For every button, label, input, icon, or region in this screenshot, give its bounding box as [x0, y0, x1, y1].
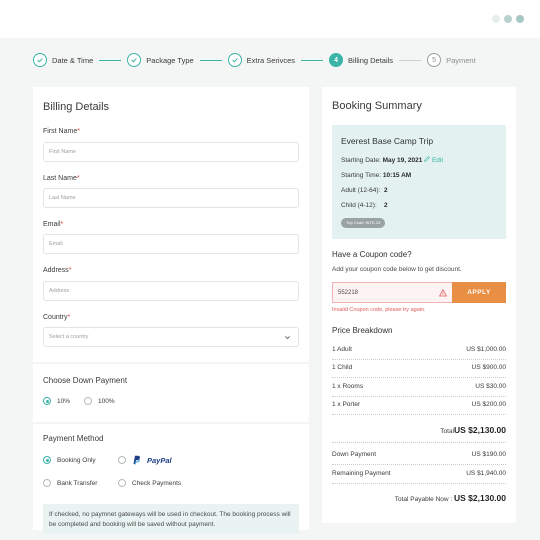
edit-link[interactable]: Edit: [424, 156, 443, 164]
radio-button[interactable]: [84, 397, 92, 405]
step-number: 5: [427, 53, 442, 67]
apply-button[interactable]: APPLY: [452, 282, 506, 303]
step-label: Date & Time: [52, 55, 94, 65]
divider: [332, 359, 506, 360]
step-label: Billing Details: [348, 55, 394, 65]
total-row: TotalUS $2,130.00: [440, 425, 506, 435]
coupon-subtitle: Add your coupon code below to get discou…: [332, 266, 462, 273]
divider: [332, 442, 506, 443]
remaining-payment-row: Remaining Payment US $1,940.00: [332, 470, 506, 477]
email-input[interactable]: Email: [43, 234, 299, 254]
summary-title: Booking Summary: [332, 100, 422, 112]
chevron-down-icon: [285, 336, 290, 340]
step-label: Package Type: [146, 55, 194, 65]
radio-button[interactable]: [43, 397, 51, 405]
payment-option-booking-only[interactable]: Booking Only: [43, 456, 96, 464]
price-breakdown-title: Price Breakdown: [332, 326, 393, 335]
price-row: 1 Child US $900.00: [332, 364, 506, 371]
last-name-input[interactable]: Last Name: [43, 188, 299, 208]
billing-details-panel: Billing Details First Name* First Name L…: [33, 87, 309, 362]
last-name-label: Last Name*: [43, 175, 80, 182]
window-topbar: [0, 0, 540, 38]
divider: [332, 377, 506, 378]
address-label: Address*: [43, 267, 72, 274]
coupon-title: Have a Coupon code?: [332, 250, 412, 259]
step-billing-details[interactable]: 4 Billing Details: [329, 53, 393, 67]
check-icon: [227, 53, 242, 67]
window-dot-3: [516, 15, 524, 23]
divider: [332, 464, 506, 465]
check-icon: [33, 53, 47, 67]
trip-starting-time: Starting Time: 10:15 AM: [341, 172, 412, 179]
trip-code-badge: Trip Code: WTE-24: [341, 218, 386, 228]
coupon-error: Invalid Coupon code, please try again.: [332, 307, 426, 313]
check-icon: [127, 53, 142, 67]
first-name-label: First Name*: [43, 128, 80, 135]
payment-method-title: Payment Method: [43, 434, 104, 443]
billing-title: Billing Details: [43, 101, 110, 113]
radio-button[interactable]: [43, 456, 51, 464]
down-payment-option-10[interactable]: 10%: [43, 397, 70, 405]
step-connector: [199, 59, 222, 61]
down-payment-panel: Choose Down Payment 10% 100%: [33, 364, 309, 422]
window-dots: [492, 15, 524, 23]
trip-children: Child (4-12): 2: [341, 202, 388, 209]
price-row: 1 x Rooms US $30.00: [332, 383, 506, 390]
payment-option-bank-transfer[interactable]: Bank Transfer: [43, 479, 97, 487]
step-connector: [399, 59, 422, 61]
step-label: Extra Serivces: [246, 55, 296, 65]
step-connector: [301, 59, 324, 61]
divider: [332, 483, 506, 484]
booking-summary-panel: Booking Summary Everest Base Camp Trip S…: [322, 87, 516, 523]
radio-button[interactable]: [43, 479, 51, 487]
step-connector: [99, 59, 122, 61]
divider: [332, 396, 506, 397]
step-number: 4: [329, 53, 344, 67]
email-label: Email*: [43, 221, 64, 228]
step-extra-services[interactable]: Extra Serivces: [227, 53, 296, 67]
step-label: Payment: [446, 55, 476, 65]
trip-details-box: Everest Base Camp Trip Starting Date: Ma…: [332, 125, 506, 239]
coupon-input[interactable]: 552218: [332, 282, 452, 303]
country-select[interactable]: Select a country: [43, 327, 299, 347]
radio-button[interactable]: [118, 456, 126, 464]
step-package-type[interactable]: Package Type: [127, 53, 194, 67]
price-row: 1 Adult US $1,000.00: [332, 346, 506, 353]
booking-stepper: Date & Time Package Type Extra Serivces …: [33, 51, 476, 69]
payment-option-check[interactable]: Check Payments: [118, 479, 181, 487]
first-name-input[interactable]: First Name: [43, 142, 299, 162]
payment-option-paypal[interactable]: PayPal: [118, 455, 172, 465]
trip-starting-date: Starting Date: May 19, 2021 Edit: [341, 156, 444, 164]
total-payable-row: Total Payable Now : US $2,130.00: [394, 493, 506, 503]
window-dot-1: [492, 15, 500, 23]
address-input[interactable]: Address: [43, 281, 299, 301]
down-payment-title: Choose Down Payment: [43, 376, 128, 385]
trip-name: Everest Base Camp Trip: [341, 136, 434, 146]
booking-page: Date & Time Package Type Extra Serivces …: [0, 0, 540, 540]
payment-method-panel: Payment Method Booking Only PayPal Bank …: [33, 424, 309, 534]
down-payment-option-100[interactable]: 100%: [84, 397, 115, 405]
window-dot-2: [504, 15, 512, 23]
warning-icon: [439, 289, 447, 297]
step-payment[interactable]: 5 Payment: [427, 53, 476, 67]
pencil-icon: [424, 156, 430, 162]
country-label: Country*: [43, 314, 71, 321]
trip-adults: Adult (12-64): 2: [341, 187, 388, 194]
step-date-time[interactable]: Date & Time: [33, 53, 93, 67]
radio-button[interactable]: [118, 479, 126, 487]
down-payment-row: Down Payment US $190.00: [332, 451, 506, 458]
payment-info-box: If checked, no paymnet gateways will be …: [43, 504, 299, 534]
divider: [332, 414, 506, 415]
paypal-icon: [133, 455, 140, 465]
price-row: 1 x Porter US $200.00: [332, 401, 506, 408]
